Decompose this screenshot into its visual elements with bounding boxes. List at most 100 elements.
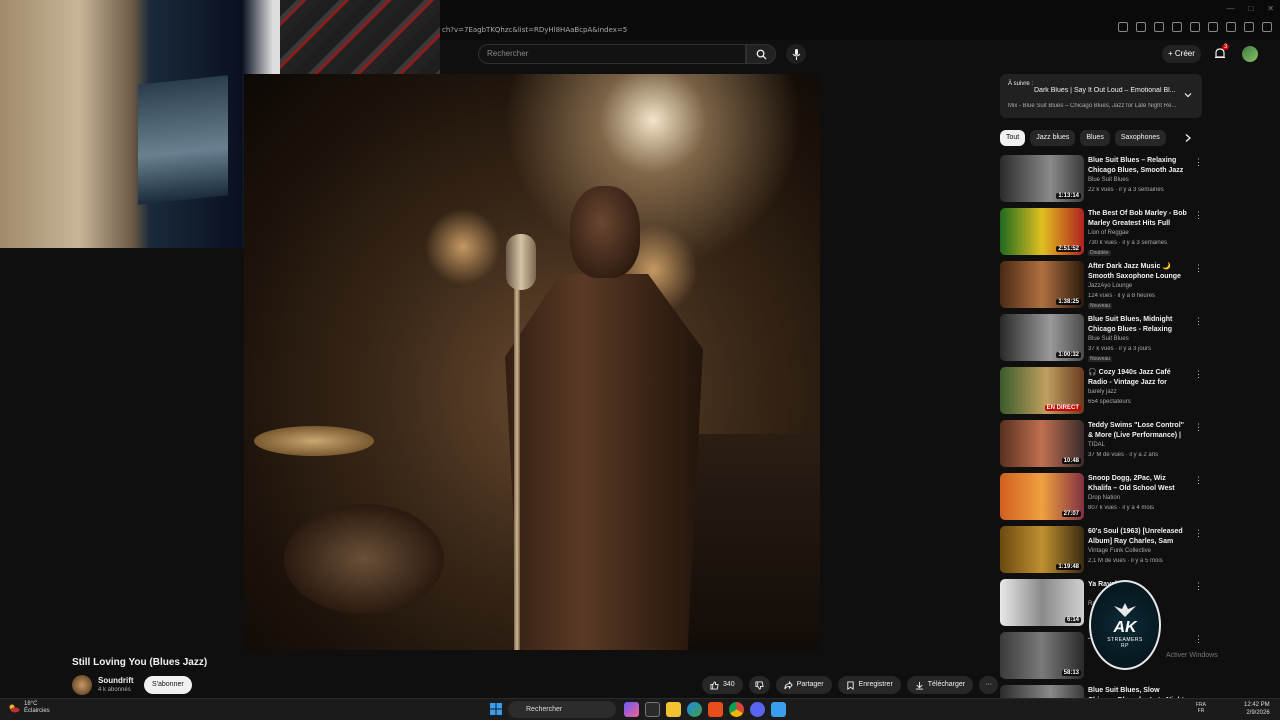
more-vertical-icon[interactable]: ⋮ <box>1194 263 1203 275</box>
list-item[interactable]: 1:13:14 Blue Suit Blues – Relaxing Chica… <box>1000 153 1203 205</box>
voice-search-button[interactable] <box>786 44 806 64</box>
rec-channel[interactable]: Blue Suit Blues <box>1088 177 1129 183</box>
video-actions: 340 Partager Enregistrer Télécharger ··· <box>702 676 999 694</box>
rec-channel[interactable]: TIDAL <box>1088 442 1105 448</box>
edge-icon[interactable] <box>687 702 702 717</box>
video-thumbnail[interactable]: 58:13 <box>1000 632 1084 679</box>
wallet-icon[interactable] <box>1208 22 1218 32</box>
more-vertical-icon[interactable]: ⋮ <box>1194 369 1203 381</box>
chip-jazz-blues[interactable]: Jazz blues <box>1030 130 1076 146</box>
rec-channel[interactable]: barely jazz <box>1088 389 1117 395</box>
close-icon[interactable]: ✕ <box>1267 4 1274 13</box>
language-indicator[interactable]: FRA FR <box>1196 702 1206 714</box>
more-vertical-icon[interactable]: ⋮ <box>1194 422 1203 434</box>
rec-title[interactable]: After Dark Jazz Music 🌙 Smooth Saxophone… <box>1088 262 1188 282</box>
share-button[interactable]: Partager <box>775 676 832 694</box>
more-vertical-icon[interactable]: ⋮ <box>1194 475 1203 487</box>
list-item[interactable]: 1:19:48 60's Soul (1963) [Unreleased Alb… <box>1000 524 1203 576</box>
more-vertical-icon[interactable]: ⋮ <box>1194 528 1203 540</box>
more-vertical-icon[interactable]: ⋮ <box>1194 210 1203 222</box>
more-actions-button[interactable]: ··· <box>979 676 999 694</box>
video-thumbnail[interactable]: 2:51:52 <box>1000 208 1084 255</box>
list-item[interactable]: 2:51:52 The Best Of Bob Marley - Bob Mar… <box>1000 206 1203 258</box>
video-title: Still Loving You (Blues Jazz) <box>72 657 208 668</box>
rec-title[interactable]: Blue Suit Blues, Midnight Chicago Blues … <box>1088 315 1188 335</box>
search-icon <box>756 49 767 60</box>
download-button[interactable]: Télécharger <box>906 676 974 694</box>
rec-channel[interactable]: Blue Suit Blues <box>1088 336 1129 342</box>
tabs-icon[interactable] <box>1190 22 1200 32</box>
windows-start-icon[interactable] <box>490 703 502 715</box>
video-thumbnail[interactable]: 10:48 <box>1000 420 1084 467</box>
rec-title[interactable]: Teddy Swims "Lose Control" & More (Live … <box>1088 421 1188 441</box>
list-item[interactable]: 10:48 Teddy Swims "Lose Control" & More … <box>1000 418 1203 470</box>
vintage-microphone-image <box>506 234 536 290</box>
vpn-icon[interactable] <box>1226 22 1236 32</box>
discord-icon[interactable] <box>750 702 765 717</box>
rec-channel[interactable]: Drop Nation <box>1088 495 1120 501</box>
rec-channel[interactable]: Vintage Funk Collective <box>1088 548 1151 554</box>
video-thumbnail[interactable]: 1:19:48 <box>1000 526 1084 573</box>
chrome-icon[interactable] <box>729 702 744 717</box>
chip-all[interactable]: Tout <box>1000 130 1026 146</box>
subscribe-button[interactable]: S'abonner <box>144 676 192 694</box>
dislike-button[interactable] <box>748 676 770 694</box>
menu-icon[interactable] <box>1262 22 1272 32</box>
search-input[interactable]: Rechercher <box>478 44 746 64</box>
save-button[interactable]: Enregistrer <box>837 676 901 694</box>
search-button[interactable] <box>746 44 776 64</box>
folder-icon[interactable] <box>666 702 681 717</box>
clock-time: 12:42 PM <box>1244 702 1270 708</box>
brave-icon[interactable] <box>708 702 723 717</box>
cymbal-image <box>254 426 374 456</box>
rec-title[interactable]: 60's Soul (1963) [Unreleased Album] Ray … <box>1088 527 1188 547</box>
chevron-right-icon[interactable] <box>1183 133 1193 143</box>
rec-channel[interactable]: JazzAyo Lounge <box>1088 283 1132 289</box>
create-button[interactable]: + Créer <box>1162 45 1201 63</box>
address-bar-url[interactable]: ch?v=7EagbTKQhzc&list=RDyHl8HAaBcpA&inde… <box>442 26 627 34</box>
more-vertical-icon[interactable]: ⋮ <box>1194 157 1203 169</box>
copilot-icon[interactable] <box>624 702 639 717</box>
playlist-panel[interactable]: À suivre : Dark Blues | Say It Out Loud … <box>1000 74 1202 118</box>
maximize-icon[interactable]: □ <box>1248 4 1253 13</box>
chevron-down-icon[interactable] <box>1184 91 1192 99</box>
notepad-icon[interactable] <box>771 702 786 717</box>
rec-title[interactable]: 🎧 Cozy 1940s Jazz Café Radio - Vintage J… <box>1088 368 1188 388</box>
chip-blues[interactable]: Blues <box>1080 130 1110 146</box>
more-vertical-icon[interactable]: ⋮ <box>1194 581 1203 593</box>
list-item[interactable]: 1:00:32 Blue Suit Blues, Midnight Chicag… <box>1000 312 1203 364</box>
newspaper-poster <box>280 0 440 80</box>
video-thumbnail[interactable]: 6:14 <box>1000 579 1084 626</box>
shield-icon[interactable] <box>1244 22 1254 32</box>
music-icon[interactable] <box>1154 22 1164 32</box>
like-button[interactable]: 340 <box>702 676 743 694</box>
list-item[interactable]: 1:38:25 After Dark Jazz Music 🌙 Smooth S… <box>1000 259 1203 311</box>
more-vertical-icon[interactable]: ⋮ <box>1194 634 1203 646</box>
rec-title[interactable]: Blue Suit Blues – Relaxing Chicago Blues… <box>1088 156 1188 176</box>
store-icon[interactable] <box>645 702 660 717</box>
more-vertical-icon[interactable]: ⋮ <box>1194 316 1203 328</box>
sidebar-icon[interactable] <box>1172 22 1182 32</box>
minimize-icon[interactable]: — <box>1226 4 1234 13</box>
channel-avatar[interactable] <box>72 675 92 695</box>
list-item[interactable]: 27:07 Snoop Dogg, 2Pac, Wiz Khalifa – Ol… <box>1000 471 1203 523</box>
taskbar-search[interactable]: Rechercher <box>508 701 616 718</box>
extension-icon[interactable] <box>1118 22 1128 32</box>
extension-icon[interactable] <box>1136 22 1146 32</box>
system-clock[interactable]: 12:42 PM 2/9/2026 <box>1244 701 1270 717</box>
mic-stand-image <box>514 249 520 650</box>
video-thumbnail[interactable]: 27:07 <box>1000 473 1084 520</box>
chip-saxophones[interactable]: Saxophones <box>1114 130 1166 146</box>
video-thumbnail[interactable]: 1:13:14 <box>1000 155 1084 202</box>
rec-title[interactable]: The Best Of Bob Marley - Bob Marley Grea… <box>1088 209 1188 229</box>
channel-name[interactable]: Soundrift <box>98 676 134 685</box>
video-thumbnail[interactable]: EN DIRECT <box>1000 367 1084 414</box>
avatar[interactable] <box>1242 46 1258 62</box>
video-player[interactable] <box>244 74 820 650</box>
video-thumbnail[interactable]: 1:38:25 <box>1000 261 1084 308</box>
weather-condition: Éclaircies <box>24 708 50 714</box>
rec-channel[interactable]: Lion of Reggae <box>1088 230 1129 236</box>
rec-title[interactable]: Snoop Dogg, 2Pac, Wiz Khalifa – Old Scho… <box>1088 474 1188 494</box>
video-thumbnail[interactable]: 1:00:32 <box>1000 314 1084 361</box>
list-item[interactable]: EN DIRECT 🎧 Cozy 1940s Jazz Café Radio -… <box>1000 365 1203 417</box>
